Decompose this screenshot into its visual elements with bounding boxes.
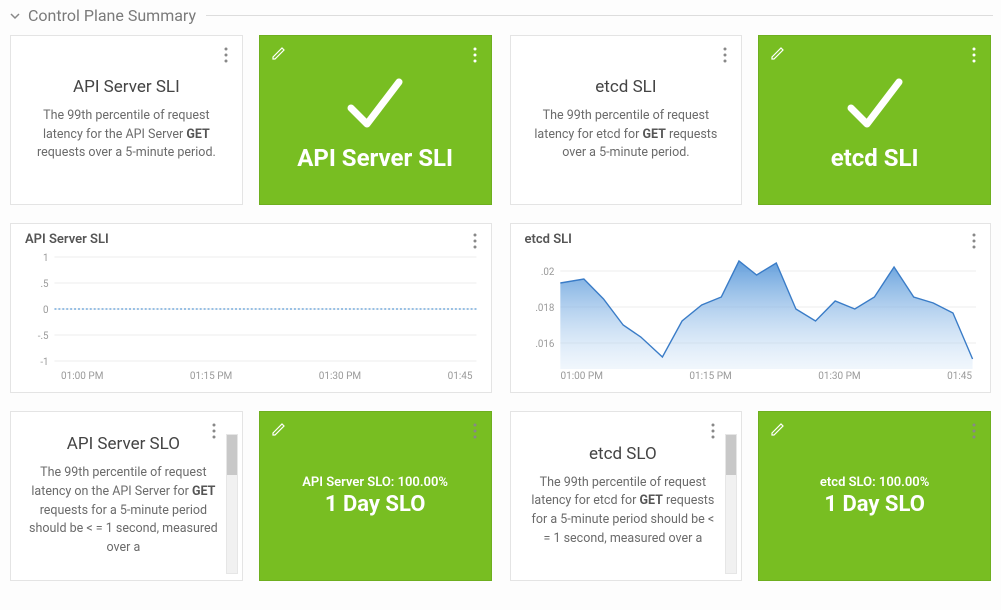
chart-title: API Server SLI bbox=[25, 232, 477, 247]
more-menu-icon[interactable] bbox=[465, 42, 485, 68]
svg-text:1: 1 bbox=[43, 253, 49, 264]
section-header[interactable]: Control Plane Summary bbox=[0, 0, 1001, 35]
svg-text:-.5: -.5 bbox=[38, 331, 49, 342]
svg-text:.5: .5 bbox=[40, 279, 49, 290]
api-server-slo-info-card: API Server SLO The 99th percentile of re… bbox=[10, 411, 243, 581]
card-description: The 99th percentile of request latency f… bbox=[529, 474, 718, 549]
etcd-sli-status-tile: etcd SLI bbox=[758, 35, 991, 205]
card-title: etcd SLO bbox=[589, 444, 657, 464]
chart-x-labels: 01:00 PM 01:15 PM 01:30 PM 01:45 bbox=[525, 369, 977, 388]
etcd-sli-chart: etcd SLI .02 .018 .016 bbox=[510, 223, 992, 393]
card-description: The 99th percentile of request latency f… bbox=[29, 107, 224, 163]
etcd-slo-info-card: etcd SLO The 99th percentile of request … bbox=[510, 411, 743, 581]
row1-right-pair: etcd SLI The 99th percentile of request … bbox=[510, 35, 992, 205]
more-menu-icon[interactable] bbox=[964, 42, 984, 68]
status-label: API Server SLI bbox=[297, 144, 453, 172]
more-menu-icon[interactable] bbox=[204, 418, 224, 444]
slo-period: 1 Day SLO bbox=[824, 492, 924, 517]
svg-text:.016: .016 bbox=[535, 339, 555, 350]
chart-title: etcd SLI bbox=[525, 232, 977, 247]
checkmark-icon bbox=[339, 68, 411, 140]
row3-left-pair: API Server SLO The 99th percentile of re… bbox=[10, 411, 492, 581]
svg-text:.018: .018 bbox=[535, 303, 555, 314]
svg-text:.02: .02 bbox=[540, 267, 554, 278]
api-server-sli-status-tile: API Server SLI bbox=[259, 35, 492, 205]
card-description: The 99th percentile of request latency f… bbox=[529, 107, 724, 163]
svg-text:0: 0 bbox=[43, 305, 49, 316]
divider bbox=[206, 15, 993, 16]
row1-left-pair: API Server SLI The 99th percentile of re… bbox=[10, 35, 492, 205]
card-title: API Server SLI bbox=[73, 77, 180, 97]
section-title: Control Plane Summary bbox=[28, 6, 196, 25]
slo-percentage: etcd SLO: 100.00% bbox=[820, 475, 929, 490]
slo-percentage: API Server SLO: 100.00% bbox=[302, 475, 448, 490]
card-title: API Server SLO bbox=[67, 434, 180, 454]
row3-right-pair: etcd SLO The 99th percentile of request … bbox=[510, 411, 992, 581]
scrollbar[interactable] bbox=[725, 434, 737, 574]
more-menu-icon[interactable] bbox=[964, 418, 984, 444]
etcd-sli-info-card: etcd SLI The 99th percentile of request … bbox=[510, 35, 743, 205]
chart-plot-area: .02 .018 .016 bbox=[525, 249, 977, 369]
edit-icon[interactable] bbox=[270, 44, 288, 62]
checkmark-icon bbox=[839, 68, 911, 140]
status-label: etcd SLI bbox=[831, 144, 919, 172]
card-description: The 99th percentile of request latency o… bbox=[29, 464, 218, 558]
api-server-sli-info-card: API Server SLI The 99th percentile of re… bbox=[10, 35, 243, 205]
more-menu-icon[interactable] bbox=[703, 418, 723, 444]
api-server-slo-status-tile: API Server SLO: 100.00% 1 Day SLO bbox=[259, 411, 492, 581]
edit-icon[interactable] bbox=[769, 44, 787, 62]
api-server-sli-chart: API Server SLI 1 .5 0 -.5 -1 01:00 PM 01… bbox=[10, 223, 492, 393]
card-title: etcd SLI bbox=[595, 77, 656, 97]
slo-period: 1 Day SLO bbox=[325, 492, 425, 517]
chart-plot-area: 1 .5 0 -.5 -1 bbox=[25, 249, 477, 369]
edit-icon[interactable] bbox=[769, 420, 787, 438]
scrollbar[interactable] bbox=[226, 434, 238, 574]
edit-icon[interactable] bbox=[270, 420, 288, 438]
svg-text:-1: -1 bbox=[40, 357, 48, 368]
more-menu-icon[interactable] bbox=[715, 42, 735, 68]
etcd-slo-status-tile: etcd SLO: 100.00% 1 Day SLO bbox=[758, 411, 991, 581]
chevron-down-icon bbox=[8, 9, 22, 23]
chart-x-labels: 01:00 PM 01:15 PM 01:30 PM 01:45 bbox=[25, 369, 477, 388]
more-menu-icon[interactable] bbox=[216, 42, 236, 68]
more-menu-icon[interactable] bbox=[465, 418, 485, 444]
